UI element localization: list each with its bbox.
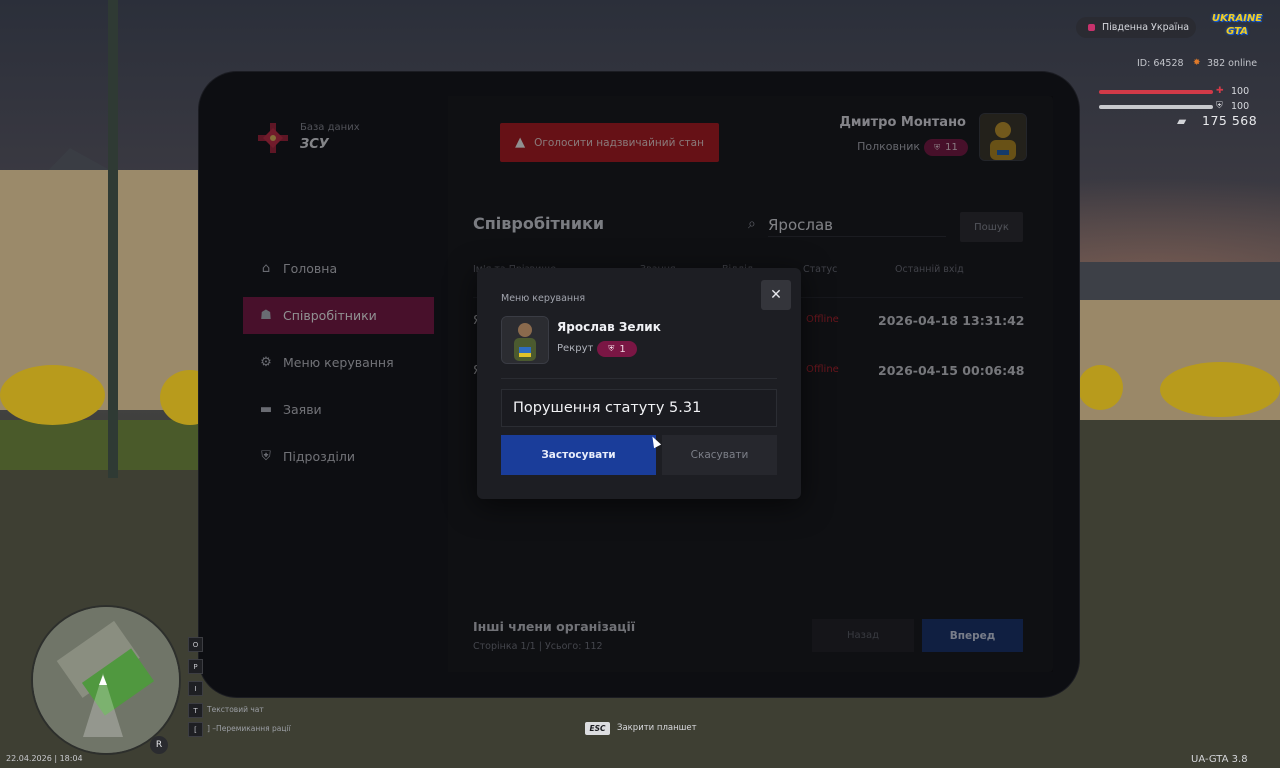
health-icon: ✚ xyxy=(1216,86,1224,96)
pole xyxy=(108,0,118,478)
health-value: 100 xyxy=(1231,86,1250,97)
hint-key: T xyxy=(188,703,203,718)
hint-key: P xyxy=(188,659,203,674)
esc-hint: Закрити планшет xyxy=(617,723,697,733)
player-id: ID: 64528 xyxy=(1137,58,1184,69)
member-name: Ярослав Зелик xyxy=(557,320,661,334)
money-value: 175 568 xyxy=(1202,113,1258,128)
armor-bar xyxy=(1099,105,1213,109)
money-icon: ▰ xyxy=(1177,114,1187,128)
cancel-button[interactable]: Скасувати xyxy=(662,435,777,475)
game-logo: UKRAINE GTA xyxy=(1211,13,1263,37)
hint-key: O xyxy=(188,637,203,652)
online-icon: ✸ xyxy=(1193,58,1201,68)
game-version: UA-GTA 3.8 xyxy=(1191,754,1248,765)
badge-shield-icon: ⛨ xyxy=(608,344,615,353)
server-icon xyxy=(1088,24,1095,31)
bush xyxy=(1160,362,1280,417)
reason-input[interactable] xyxy=(501,389,777,427)
minimap xyxy=(31,605,181,755)
hint-radio: ] –Перемикання рації xyxy=(207,724,291,733)
modal-divider xyxy=(501,378,777,379)
server-badge: Південна Україна xyxy=(1076,17,1196,38)
member-rank: Рекрут xyxy=(557,343,594,354)
bush xyxy=(1078,365,1123,410)
bush xyxy=(0,365,105,425)
modal-title: Меню керування xyxy=(501,293,586,304)
close-icon: ✕ xyxy=(770,287,782,303)
esc-key: ESC xyxy=(585,722,610,735)
date-time: 22.04.2026 | 18:04 xyxy=(6,754,83,763)
close-button[interactable]: ✕ xyxy=(761,280,791,310)
armor-value: 100 xyxy=(1231,101,1250,112)
hint-chat: Текстовий чат xyxy=(207,705,264,714)
minimap-marker: R xyxy=(150,736,168,754)
hint-key: [ xyxy=(188,722,203,737)
member-level-badge: ⛨ 1 xyxy=(597,341,637,357)
health-bar xyxy=(1099,90,1213,94)
armor-icon: ⛨ xyxy=(1216,101,1223,111)
online-count: 382 online xyxy=(1207,58,1258,69)
apply-button[interactable]: Застосувати xyxy=(501,435,656,475)
hint-key: I xyxy=(188,681,203,696)
member-avatar xyxy=(501,316,549,364)
